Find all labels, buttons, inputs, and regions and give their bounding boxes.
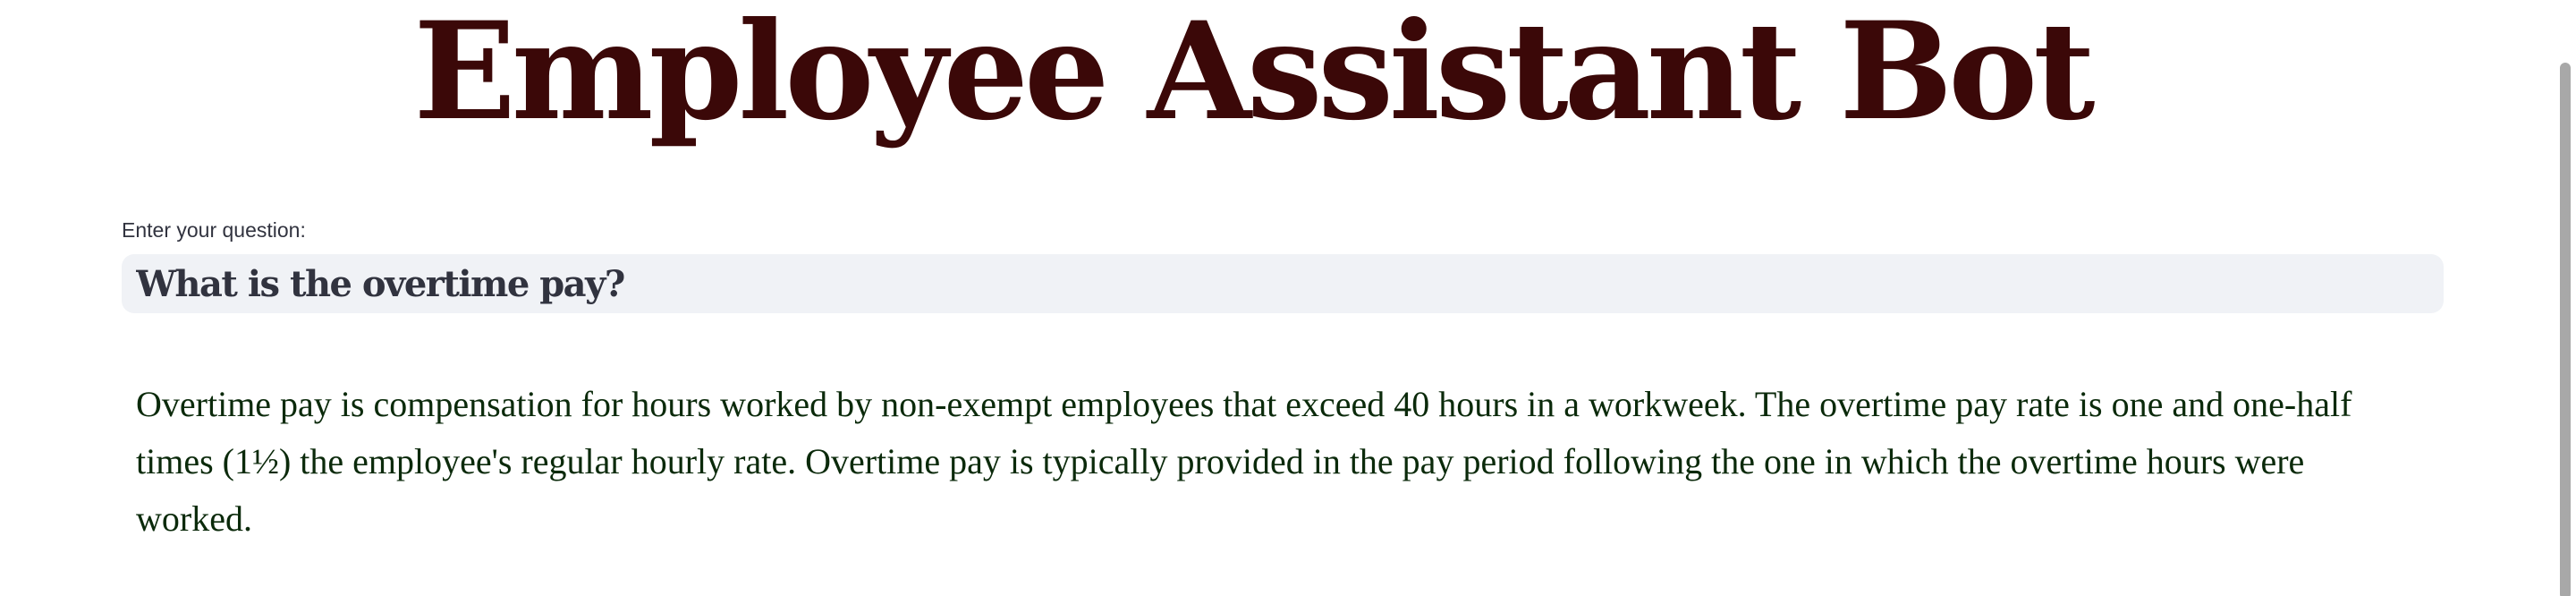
app-page: Employee Assistant Bot Enter your questi… — [0, 0, 2576, 596]
page-title: Employee Assistant Bot — [413, 0, 2095, 150]
page-scrollbar[interactable] — [2553, 0, 2576, 596]
answer-text: Overtime pay is compensation for hours w… — [136, 384, 2352, 539]
question-input-container[interactable] — [122, 254, 2444, 313]
question-input[interactable] — [136, 254, 2426, 313]
scrollbar-thumb[interactable] — [2560, 63, 2571, 596]
question-label: Enter your question: — [122, 218, 306, 242]
